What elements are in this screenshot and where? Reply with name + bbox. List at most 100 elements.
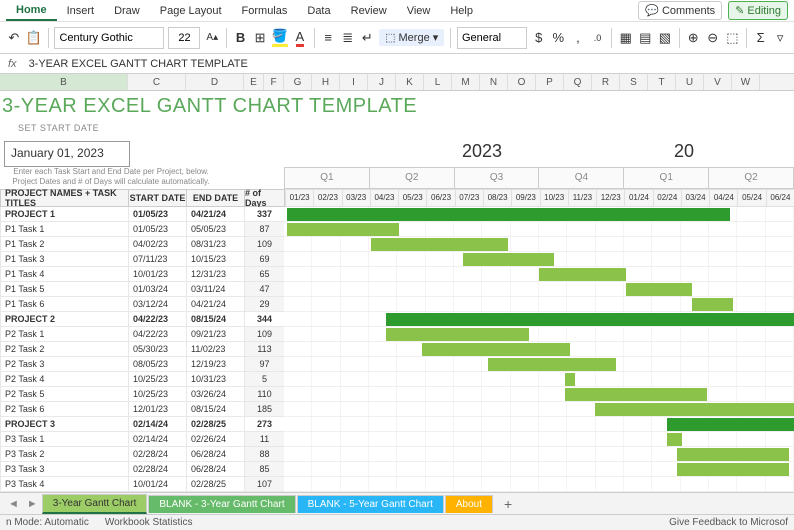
cell-styles-button[interactable]: ▧ [657,27,673,49]
col-header-V[interactable]: V [704,74,732,90]
cell-start[interactable]: 02/14/24 [128,432,186,447]
col-end-date[interactable]: END DATE [186,189,244,207]
cell-days[interactable]: 11 [244,432,284,447]
col-project-names[interactable]: PROJECT NAMES + TASK TITLES [0,189,128,207]
cell-start[interactable]: 02/28/24 [128,447,186,462]
col-header-M[interactable]: M [452,74,480,90]
cell-name[interactable]: P1 Task 3 [0,252,128,267]
fx-icon[interactable]: fx [0,58,25,70]
col-header-F[interactable]: F [264,74,284,90]
fill-color-button[interactable]: 🪣 [272,27,288,49]
cell-start[interactable]: 02/14/24 [128,417,186,432]
start-date-input[interactable]: January 01, 2023 [4,141,130,167]
cell-end[interactable]: 08/31/23 [186,237,244,252]
align-top-button[interactable]: ≡ [320,27,336,49]
cell-name[interactable]: P2 Task 2 [0,342,128,357]
cell-days[interactable]: 87 [244,222,284,237]
cell-name[interactable]: P1 Task 5 [0,282,128,297]
cell-end[interactable]: 10/15/23 [186,252,244,267]
cell-end[interactable]: 09/21/23 [186,327,244,342]
cell-days[interactable]: 337 [244,207,284,222]
insert-cells-button[interactable]: ⊕ [685,27,701,49]
col-header-T[interactable]: T [648,74,676,90]
cell-days[interactable]: 109 [244,327,284,342]
cell-days[interactable]: 273 [244,417,284,432]
border-button[interactable]: ⊞ [252,27,268,49]
cell-end[interactable]: 12/19/23 [186,357,244,372]
autosum-button[interactable]: Σ [753,27,769,49]
font-color-button[interactable]: A [292,27,308,49]
cell-days[interactable]: 107 [244,477,284,492]
cell-end[interactable]: 04/21/24 [186,207,244,222]
col-header-B[interactable]: B [0,74,128,90]
title-cell[interactable]: 3-YEAR EXCEL GANTT CHART TEMPLATE [0,91,794,123]
cell-name[interactable]: PROJECT 2 [0,312,128,327]
sheet-tab-3year[interactable]: 3-Year Gantt Chart [42,494,148,514]
cell-end[interactable]: 05/05/23 [186,222,244,237]
col-header-J[interactable]: J [368,74,396,90]
sheet-tab-blank-3year[interactable]: BLANK - 3-Year Gantt Chart [148,495,295,513]
col-header-N[interactable]: N [480,74,508,90]
ribbon-tab-draw[interactable]: Draw [104,2,150,20]
col-header-U[interactable]: U [676,74,704,90]
cell-start[interactable]: 04/02/23 [128,237,186,252]
clipboard-button[interactable]: 📋 [26,27,42,49]
cell-end[interactable]: 06/28/24 [186,462,244,477]
cell-start[interactable]: 10/25/23 [128,387,186,402]
cell-days[interactable]: 110 [244,387,284,402]
font-size-input[interactable] [168,27,200,49]
decrease-decimal-button[interactable]: .0 [590,27,606,49]
cell-end[interactable]: 02/26/24 [186,432,244,447]
col-start-date[interactable]: START DATE [128,189,186,207]
col-header-H[interactable]: H [312,74,340,90]
col-header-L[interactable]: L [424,74,452,90]
percent-button[interactable]: % [551,27,567,49]
cell-start[interactable]: 10/01/24 [128,477,186,492]
cell-name[interactable]: P1 Task 1 [0,222,128,237]
col-header-R[interactable]: R [592,74,620,90]
cell-name[interactable]: P1 Task 4 [0,267,128,282]
cell-days[interactable]: 69 [244,252,284,267]
cell-name[interactable]: PROJECT 1 [0,207,128,222]
conditional-format-button[interactable]: ▦ [618,27,634,49]
col-header-E[interactable]: E [244,74,264,90]
col-days[interactable]: # of Days [244,189,284,207]
cell-start[interactable]: 12/01/23 [128,402,186,417]
col-header-I[interactable]: I [340,74,368,90]
wrap-text-button[interactable]: ↵ [360,27,376,49]
cell-end[interactable]: 12/31/23 [186,267,244,282]
cell-days[interactable]: 344 [244,312,284,327]
increase-font-button[interactable]: A▴ [204,27,220,49]
cell-days[interactable]: 47 [244,282,284,297]
ribbon-tab-data[interactable]: Data [297,2,340,20]
cell-name[interactable]: P3 Task 3 [0,462,128,477]
format-table-button[interactable]: ▤ [638,27,654,49]
sort-filter-button[interactable]: ▿ [772,27,788,49]
editing-button[interactable]: ✎Editing [728,1,788,20]
merge-button[interactable]: ⬚Merge▾ [379,29,444,46]
comma-button[interactable]: , [570,27,586,49]
cell-days[interactable]: 29 [244,297,284,312]
cell-name[interactable]: P1 Task 2 [0,237,128,252]
col-header-P[interactable]: P [536,74,564,90]
feedback-link[interactable]: Give Feedback to Microsof [669,517,788,528]
cell-end[interactable]: 02/28/25 [186,477,244,492]
undo-button[interactable]: ↶ [6,27,22,49]
cell-end[interactable]: 10/31/23 [186,372,244,387]
number-format-select[interactable] [457,27,527,49]
cell-end[interactable]: 08/15/24 [186,312,244,327]
col-header-G[interactable]: G [284,74,312,90]
cell-start[interactable]: 10/25/23 [128,372,186,387]
cell-days[interactable]: 97 [244,357,284,372]
ribbon-tab-page-layout[interactable]: Page Layout [150,2,232,20]
cell-end[interactable]: 03/26/24 [186,387,244,402]
col-header-C[interactable]: C [128,74,186,90]
cell-name[interactable]: P2 Task 3 [0,357,128,372]
formula-content[interactable]: 3-YEAR EXCEL GANTT CHART TEMPLATE [25,58,794,70]
cell-name[interactable]: P1 Task 6 [0,297,128,312]
cell-start[interactable]: 01/05/23 [128,222,186,237]
cell-days[interactable]: 88 [244,447,284,462]
ribbon-tab-view[interactable]: View [397,2,441,20]
cell-start[interactable]: 03/12/24 [128,297,186,312]
cell-end[interactable]: 03/11/24 [186,282,244,297]
